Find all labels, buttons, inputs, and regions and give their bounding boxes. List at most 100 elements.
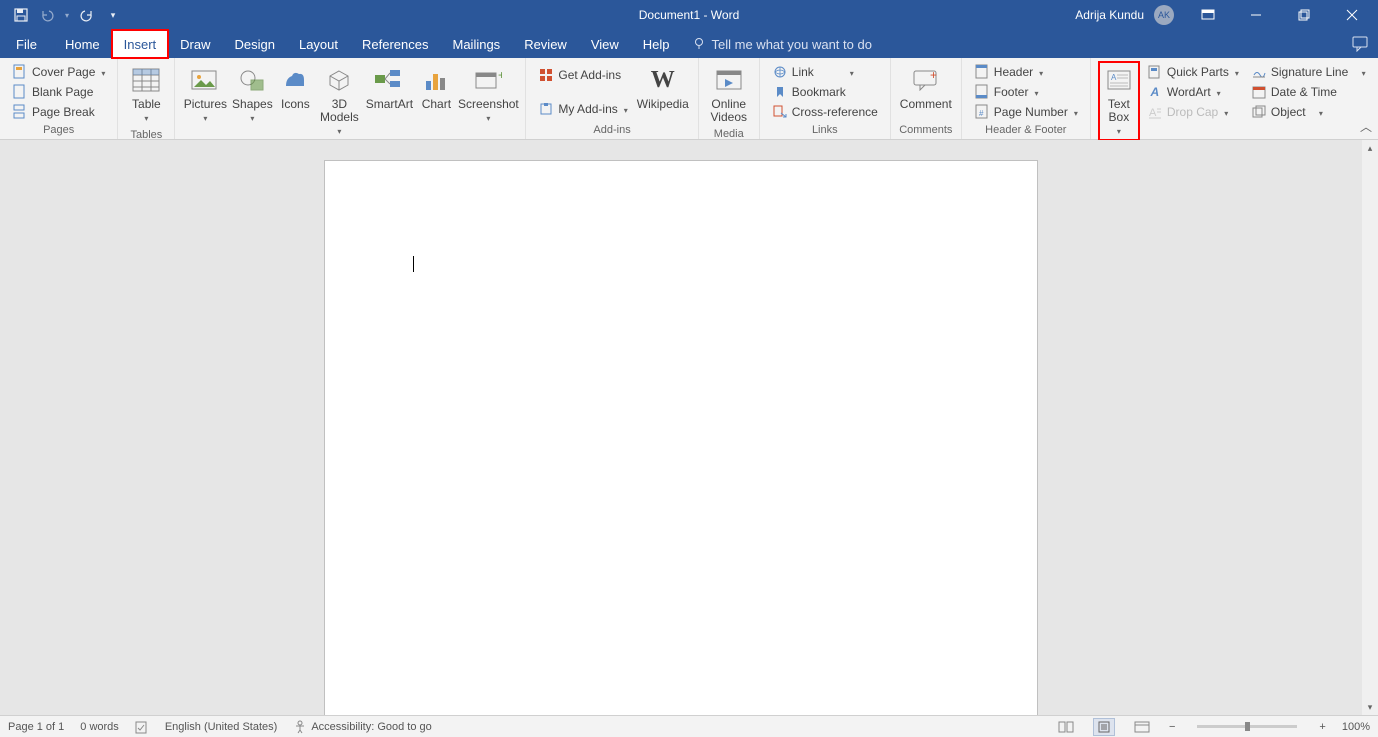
footer-button[interactable]: Footer — [970, 82, 1082, 102]
blank-page-icon — [12, 84, 28, 100]
quick-parts-button[interactable]: Quick Parts — [1143, 62, 1243, 82]
smartart-button[interactable]: SmartArt — [365, 62, 413, 113]
tab-design[interactable]: Design — [223, 30, 287, 58]
signature-line-button[interactable]: Signature Line — [1247, 62, 1370, 82]
page-break-icon — [12, 104, 28, 120]
smartart-icon — [373, 64, 405, 96]
accessibility-indicator[interactable]: Accessibility: Good to go — [293, 720, 431, 734]
wikipedia-button[interactable]: W Wikipedia — [636, 62, 690, 113]
tab-insert[interactable]: Insert — [112, 30, 169, 58]
comment-icon: + — [910, 64, 942, 96]
print-layout-button[interactable] — [1093, 718, 1115, 736]
table-button[interactable]: Table — [126, 62, 166, 127]
text-cursor — [413, 256, 414, 272]
group-addins: Get Add-ins My Add-ins W Wikipedia Add-i… — [526, 58, 698, 139]
wordart-icon: A — [1147, 84, 1163, 100]
header-button[interactable]: Header — [970, 62, 1082, 82]
group-links: Link Bookmark Cross-reference Links — [760, 58, 891, 139]
zoom-out-button[interactable]: − — [1169, 721, 1175, 733]
wordart-button[interactable]: AWordArt — [1143, 82, 1243, 102]
scroll-down-button[interactable]: ▾ — [1362, 699, 1378, 715]
undo-button[interactable] — [36, 4, 58, 26]
screenshot-icon: + — [472, 64, 504, 96]
object-icon — [1251, 104, 1267, 120]
qat-customize[interactable]: ▾ — [102, 4, 124, 26]
store-icon — [538, 67, 554, 83]
drop-cap-icon: A — [1147, 104, 1163, 120]
scroll-up-button[interactable]: ▴ — [1362, 140, 1378, 156]
pictures-button[interactable]: Pictures — [183, 62, 227, 127]
read-mode-button[interactable] — [1055, 718, 1077, 736]
bookmark-icon — [772, 84, 788, 100]
blank-page-button[interactable]: Blank Page — [8, 82, 109, 102]
document-page[interactable] — [324, 160, 1038, 715]
text-box-button[interactable]: A Text Box — [1099, 62, 1139, 140]
my-addins-button[interactable]: My Add-ins — [534, 99, 631, 119]
tab-references[interactable]: References — [350, 30, 440, 58]
3d-models-icon — [323, 64, 355, 96]
tab-layout[interactable]: Layout — [287, 30, 350, 58]
cover-page-button[interactable]: Cover Page — [8, 62, 109, 82]
pictures-icon — [189, 64, 221, 96]
date-time-button[interactable]: Date & Time — [1247, 82, 1370, 102]
web-layout-button[interactable] — [1131, 718, 1153, 736]
zoom-in-button[interactable]: + — [1319, 721, 1325, 733]
svg-text:A: A — [1111, 73, 1117, 82]
tab-help[interactable]: Help — [631, 30, 682, 58]
user-avatar[interactable]: AK — [1154, 5, 1174, 25]
page-break-button[interactable]: Page Break — [8, 102, 109, 122]
icons-button[interactable]: Icons — [277, 62, 313, 113]
language-indicator[interactable]: English (United States) — [165, 721, 278, 733]
zoom-slider[interactable] — [1197, 725, 1297, 728]
group-tables: Table Tables — [118, 58, 175, 139]
page-number-button[interactable]: #Page Number — [970, 102, 1082, 122]
redo-button[interactable] — [76, 4, 98, 26]
ribbon: Cover Page Blank Page Page Break Pages T… — [0, 58, 1378, 140]
shapes-button[interactable]: Shapes — [231, 62, 273, 127]
user-name[interactable]: Adrija Kundu — [1075, 8, 1144, 22]
undo-dropdown[interactable]: ▾ — [62, 4, 72, 26]
quick-parts-icon — [1147, 64, 1163, 80]
maximize-button[interactable] — [1282, 0, 1326, 30]
vertical-scrollbar[interactable]: ▴ ▾ — [1362, 140, 1378, 715]
screenshot-button[interactable]: + Screenshot — [459, 62, 517, 127]
document-area[interactable]: ▴ ▾ — [0, 140, 1378, 715]
comment-button[interactable]: + Comment — [899, 62, 953, 113]
svg-text:+: + — [498, 69, 502, 82]
link-button[interactable]: Link — [768, 62, 882, 82]
object-button[interactable]: Object — [1247, 102, 1370, 122]
tab-home[interactable]: Home — [53, 30, 112, 58]
document-title: Document1 - Word — [639, 8, 739, 22]
tab-draw[interactable]: Draw — [168, 30, 222, 58]
tab-mailings[interactable]: Mailings — [441, 30, 513, 58]
group-comments: + Comment Comments — [891, 58, 962, 139]
group-pages: Cover Page Blank Page Page Break Pages — [0, 58, 118, 139]
status-bar: Page 1 of 1 0 words English (United Stat… — [0, 715, 1378, 737]
word-count[interactable]: 0 words — [80, 721, 119, 733]
ribbon-tabs: File Home Insert Draw Design Layout Refe… — [0, 30, 1378, 58]
tab-view[interactable]: View — [579, 30, 631, 58]
bookmark-button[interactable]: Bookmark — [768, 82, 882, 102]
signature-icon — [1251, 64, 1267, 80]
online-videos-button[interactable]: Online Videos — [707, 62, 751, 126]
tell-me-search[interactable]: Tell me what you want to do — [692, 30, 872, 58]
save-button[interactable] — [10, 4, 32, 26]
get-addins-button[interactable]: Get Add-ins — [534, 65, 631, 85]
spellcheck-indicator[interactable] — [135, 720, 149, 734]
collapse-ribbon-button[interactable]: ︿ — [1360, 118, 1372, 135]
ribbon-display-options[interactable] — [1186, 0, 1230, 30]
3d-models-button[interactable]: 3D Models — [317, 62, 361, 140]
cross-reference-button[interactable]: Cross-reference — [768, 102, 882, 122]
close-button[interactable] — [1330, 0, 1374, 30]
page-indicator[interactable]: Page 1 of 1 — [8, 721, 64, 733]
chart-button[interactable]: Chart — [417, 62, 455, 113]
shapes-icon — [236, 64, 268, 96]
tab-review[interactable]: Review — [512, 30, 579, 58]
minimize-button[interactable] — [1234, 0, 1278, 30]
drop-cap-button[interactable]: ADrop Cap — [1143, 102, 1243, 122]
wikipedia-icon: W — [647, 64, 679, 96]
zoom-level[interactable]: 100% — [1342, 721, 1370, 733]
group-header-footer: Header Footer #Page Number Header & Foot… — [962, 58, 1091, 139]
tab-file[interactable]: File — [0, 30, 53, 58]
comments-pane-icon[interactable] — [1352, 36, 1370, 52]
